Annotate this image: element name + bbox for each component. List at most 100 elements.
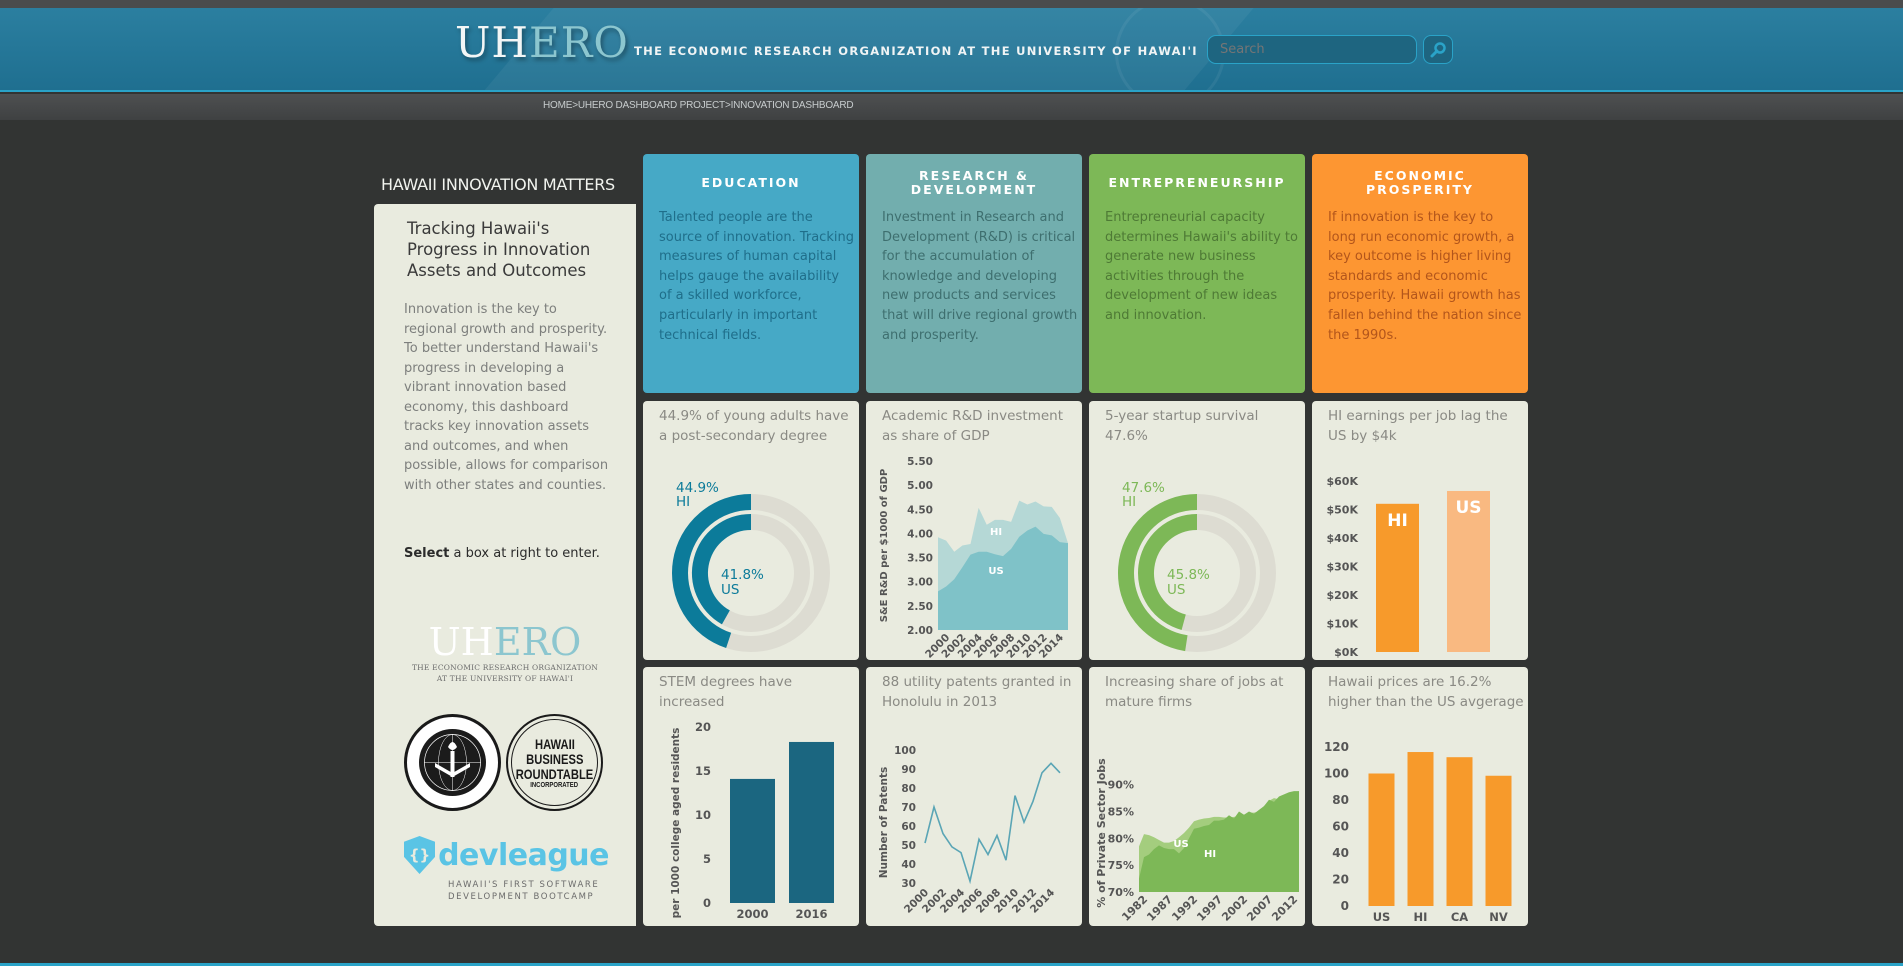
- area-series-hi: [1139, 791, 1299, 892]
- devleague-tagline-1: HAWAII'S FIRST SOFTWARE: [448, 880, 600, 890]
- tile-earnings-per-job[interactable]: $0K $10K $20K $30K $40K $50K $60K HI US HI earni…: [1312, 401, 1528, 660]
- y-tick-label: $30K: [1327, 561, 1359, 574]
- hbr-line4: INCORPORATED: [530, 781, 579, 789]
- tile-title: STEM degrees have increased: [659, 674, 793, 710]
- tile-startup-survival[interactable]: 47.6% HI 45.8% US 5-year startup survival 4…: [1089, 401, 1305, 660]
- y-tick-label: 100: [1324, 767, 1349, 781]
- breadcrumb-current: INNOVATION DASHBOARD: [730, 100, 854, 111]
- y-tick-label: 10: [695, 808, 711, 822]
- donut-label-name-us: US: [721, 582, 739, 598]
- x-tick-label: US: [1373, 910, 1391, 924]
- sidebar-panel: Tracking Hawaii's Progress in Innovation…: [374, 204, 636, 926]
- category-card-research-development[interactable]: RESEARCH & DEVELOPMENT Investment in Res…: [866, 154, 1082, 393]
- select-bold: Select: [404, 546, 450, 561]
- search-button[interactable]: [1423, 35, 1453, 64]
- y-tick-label: 50: [901, 840, 916, 852]
- seal-inner: [419, 729, 486, 796]
- x-tick-label: 2016: [795, 907, 827, 921]
- hbr-line1: HAWAII: [534, 735, 575, 752]
- y-tick-label: 4.50: [907, 504, 933, 516]
- tile-rd-investment[interactable]: 2.00 2.50 3.00 3.50 4.00 4.50 5.00 5.50 2000 2002…: [866, 401, 1082, 660]
- y-tick-label: $50K: [1327, 504, 1359, 517]
- tile-utility-patents[interactable]: 30 40 50 60 70 80 90 100 2000 2002 2004 2006 2008 201…: [866, 667, 1082, 926]
- uhero-sidebar-logo[interactable]: UHERO THE ECONOMIC RESEARCH ORGANIZATION…: [394, 622, 616, 684]
- y-tick-label: 90%: [1108, 779, 1134, 792]
- category-description: Entrepreneurial capacity determines Hawa…: [1105, 210, 1298, 323]
- x-tick-label: 2000: [736, 907, 768, 921]
- select-rest: a box at right to enter.: [449, 546, 600, 561]
- y-tick-label: 5: [703, 852, 711, 866]
- devleague-tagline-2: DEVELOPMENT BOOTCAMP: [448, 892, 595, 902]
- tile-title: Increasing share of jobs at mature firms: [1105, 674, 1284, 710]
- category-title: ENTREPRENEURSHIP: [1108, 175, 1286, 190]
- y-tick-label: 15: [695, 764, 711, 778]
- x-tick-label: CA: [1451, 910, 1468, 924]
- y-tick-label: 4.00: [907, 528, 933, 540]
- search-input[interactable]: [1207, 35, 1417, 64]
- y-tick-label: 90: [901, 764, 916, 776]
- tile-title: 88 utility patents granted in Honolulu i…: [882, 674, 1072, 710]
- devleague-logo[interactable]: {} devleague HAWAII'S FIRST SOFTWARE DEV…: [404, 836, 609, 903]
- logo-uh: UH: [455, 18, 530, 67]
- bar-nv: [1485, 775, 1512, 906]
- y-tick-label: 0: [703, 896, 711, 910]
- y-tick-label: 75%: [1108, 859, 1134, 872]
- y-tick-label: 3.00: [907, 577, 933, 589]
- tile-mature-firms[interactable]: 70% 75% 80% 85% 90% 1982 1987 1992 1997 2002 2007 2…: [1089, 667, 1305, 926]
- y-tick-label: 70: [901, 802, 916, 814]
- y-tick-label: 20: [695, 720, 711, 734]
- category-card-education[interactable]: EDUCATION Talented people are the source…: [643, 154, 859, 393]
- hbr-line2: BUSINESS: [525, 750, 584, 767]
- category-description: If innovation is the key to long run eco…: [1328, 210, 1522, 343]
- breadcrumb-dashboard-project[interactable]: UHERO DASHBOARD PROJECT: [578, 100, 725, 111]
- logo-ero: ERO: [529, 18, 629, 67]
- top-strip: [0, 0, 1903, 8]
- y-tick-label: 85%: [1108, 806, 1134, 819]
- y-tick-label: 40: [1332, 846, 1349, 860]
- tile-title: Academic R&D investment as share of GDP: [882, 408, 1064, 444]
- university-of-hawaii-seal[interactable]: [404, 714, 501, 811]
- hawaii-business-roundtable-seal[interactable]: HAWAII BUSINESS ROUNDTABLE INCORPORATED: [506, 714, 603, 811]
- tile-education-degree[interactable]: 44.9% HI 41.8% US 44.9% of young adults hav…: [643, 401, 859, 660]
- category-description: Investment in Research and Development (…: [882, 210, 1078, 343]
- devleague-name: devleague: [438, 837, 609, 873]
- donut-label-name-us: US: [1167, 582, 1185, 598]
- y-axis-label: S&E R&D per $1000 of GDP: [879, 469, 890, 623]
- y-tick-label: $60K: [1327, 475, 1359, 488]
- breadcrumb-home[interactable]: HOME: [543, 100, 572, 111]
- tile-prices[interactable]: 0 20 40 60 80 100 120 US HI CA NV Hawaii prices ar…: [1312, 667, 1528, 926]
- x-tick-label: HI: [1414, 910, 1428, 924]
- y-tick-label: 60: [901, 821, 916, 833]
- category-description: Talented people are the source of innova…: [659, 210, 854, 343]
- bar-hi: [1407, 752, 1434, 906]
- shield-braces-icon: {}: [404, 836, 436, 874]
- category-card-entrepreneurship[interactable]: ENTREPRENEURSHIP Entrepreneurial capacit…: [1089, 154, 1305, 393]
- breadcrumb: HOME>UHERO DASHBOARD PROJECT>INNOVATION …: [543, 100, 854, 111]
- tile-stem-degrees[interactable]: 0 5 10 15 20 2000 2016 per 1000 college aged re…: [643, 667, 859, 926]
- y-tick-label: 2.00: [907, 625, 933, 637]
- x-tick-label: 2007: [1244, 893, 1275, 924]
- tile-title: 44.9% of young adults have a post-second…: [659, 408, 849, 444]
- y-tick-label: 20: [1332, 873, 1349, 887]
- tile-title: HI earnings per job lag the US by $4k: [1328, 408, 1508, 444]
- category-card-economic-prosperity[interactable]: ECONOMIC PROSPERITY If innovation is the…: [1312, 154, 1528, 393]
- y-tick-label: 2.50: [907, 601, 933, 613]
- y-tick-label: 30: [901, 878, 916, 890]
- line-series-patents: [924, 762, 1061, 885]
- y-axis-label: % of Private Sector Jobs: [1095, 758, 1108, 908]
- x-tick-label: NV: [1489, 910, 1508, 924]
- series-label-us: US: [1173, 839, 1188, 850]
- y-tick-label: $0K: [1334, 646, 1358, 659]
- uhero-logo-line2: AT THE UNIVERSITY OF HAWAI'I: [436, 674, 574, 683]
- y-tick-label: 40: [901, 859, 916, 871]
- bar-label-us: US: [1455, 498, 1481, 518]
- y-tick-label: 0: [1341, 899, 1349, 913]
- y-tick-label: 120: [1324, 740, 1349, 754]
- x-tick-label: 2002: [1219, 893, 1250, 924]
- y-tick-label: 100: [894, 745, 916, 757]
- y-tick-label: $40K: [1327, 532, 1359, 545]
- donut-label-name-hi: HI: [1122, 494, 1136, 510]
- uhero-logo-line1: THE ECONOMIC RESEARCH ORGANIZATION: [411, 663, 599, 672]
- sidebar-heading: Tracking Hawaii's Progress in Innovation…: [407, 219, 591, 280]
- uhero-logo[interactable]: UHERO: [455, 18, 629, 67]
